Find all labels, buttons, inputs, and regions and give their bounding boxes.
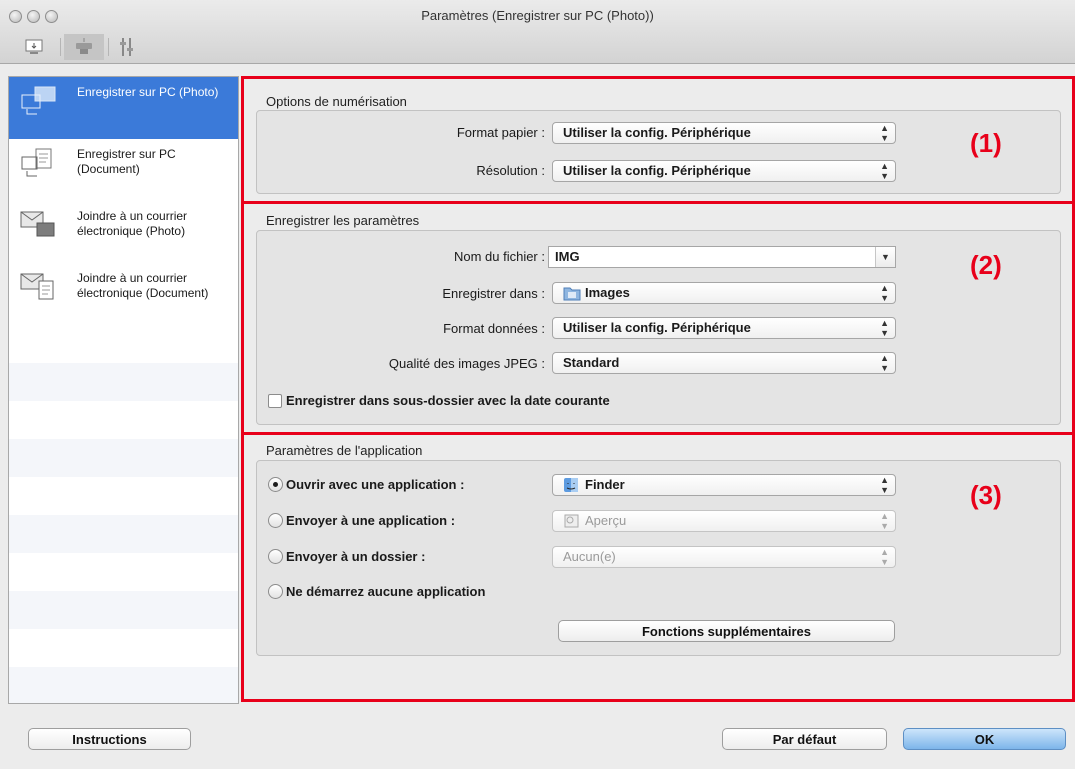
popup-arrows-icon: ▲ ▼ (880, 547, 889, 567)
sidebar-empty-row (9, 515, 238, 553)
preview-app-icon (564, 514, 579, 528)
callout-number-1: (1) (970, 128, 1002, 158)
sidebar-empty-row (9, 439, 238, 477)
ok-button[interactable]: OK (903, 728, 1066, 750)
defaults-button[interactable]: Par défaut (722, 728, 887, 750)
open-app-popup[interactable]: Finder ▲ ▼ (552, 474, 896, 496)
toolbar-separator (108, 38, 109, 56)
more-functions-button[interactable]: Fonctions supplémentaires (558, 620, 895, 642)
radio-button[interactable] (268, 549, 283, 564)
send-folder-popup[interactable]: Aucun(e) ▲ ▼ (552, 546, 896, 568)
popup-arrows-icon: ▲ ▼ (880, 475, 889, 495)
window-titlebar: Paramètres (Enregistrer sur PC (Photo)) (0, 0, 1075, 64)
jpeg-quality-label: Qualité des images JPEG : (388, 356, 545, 371)
mail-document-icon (20, 273, 54, 300)
data-format-popup[interactable]: Utiliser la config. Périphérique ▲ ▼ (552, 317, 896, 339)
resolution-popup[interactable]: Utiliser la config. Périphérique ▲ ▼ (552, 160, 896, 182)
scan-from-panel-icon[interactable] (64, 34, 104, 60)
sidebar-empty-row (9, 477, 238, 515)
popup-arrows-icon: ▲ ▼ (880, 161, 889, 181)
folder-icon (563, 287, 581, 301)
data-format-label: Format données : (443, 321, 545, 336)
sidebar-empty-row (9, 553, 238, 591)
popup-arrows-icon: ▲ ▼ (880, 511, 889, 531)
send-to-folder-radio[interactable]: Envoyer à un dossier : (268, 549, 425, 564)
save-settings-title: Enregistrer les paramètres (266, 213, 420, 228)
sidebar-empty-row (9, 401, 238, 439)
general-settings-icon[interactable] (114, 34, 140, 60)
popup-arrows-icon: ▲ ▼ (880, 283, 889, 303)
save-photo-icon (21, 86, 56, 115)
radio-button[interactable] (268, 513, 283, 528)
file-name-label: Nom du fichier : (453, 249, 545, 264)
checkbox[interactable] (268, 393, 282, 408)
sidebar-item-mail-photo[interactable]: Joindre à un courrier électronique (Phot… (9, 201, 238, 263)
callout-number-3: (3) (970, 480, 1002, 510)
popup-arrows-icon: ▲ ▼ (880, 123, 889, 143)
callout-number-2: (2) (970, 250, 1002, 280)
mail-photo-icon (20, 211, 55, 237)
paper-size-label: Format papier : (456, 125, 545, 140)
send-app-popup[interactable]: Aperçu ▲ ▼ (552, 510, 896, 532)
radio-button[interactable] (268, 584, 283, 599)
no-app-radio[interactable]: Ne démarrez aucune application (268, 584, 485, 599)
resolution-label: Résolution : (476, 163, 545, 178)
finder-icon (564, 478, 578, 492)
scan-type-list: Enregistrer sur PC (Photo) Enregistrer s… (8, 76, 239, 704)
sidebar-empty-row (9, 629, 238, 667)
file-name-combo[interactable]: IMG ▼ (548, 246, 896, 268)
sidebar-item-mail-document[interactable]: Joindre à un courrier électronique (Docu… (9, 263, 238, 325)
save-in-popup[interactable]: Images ▲ ▼ (552, 282, 896, 304)
app-settings-title: Paramètres de l'application (266, 443, 423, 458)
save-document-icon (21, 148, 52, 177)
popup-arrows-icon: ▲ ▼ (880, 353, 889, 373)
scan-from-computer-icon[interactable] (22, 34, 48, 60)
sidebar-empty-row (9, 363, 238, 401)
radio-button[interactable] (268, 477, 283, 492)
sidebar-empty-row (9, 325, 238, 363)
dropdown-arrow-icon[interactable]: ▼ (875, 247, 895, 267)
jpeg-quality-popup[interactable]: Standard ▲ ▼ (552, 352, 896, 374)
sidebar-empty-row (9, 591, 238, 629)
sidebar-item-save-photo[interactable]: Enregistrer sur PC (Photo) (9, 77, 238, 139)
save-in-label: Enregistrer dans : (442, 286, 545, 301)
subfolder-date-checkbox[interactable]: Enregistrer dans sous-dossier avec la da… (268, 393, 610, 408)
instructions-button[interactable]: Instructions (28, 728, 191, 750)
paper-size-popup[interactable]: Utiliser la config. Périphérique ▲ ▼ (552, 122, 896, 144)
popup-arrows-icon: ▲ ▼ (880, 318, 889, 338)
sidebar-empty-row (9, 667, 238, 703)
scan-options-title: Options de numérisation (266, 94, 407, 109)
open-with-app-radio[interactable]: Ouvrir avec une application : (268, 477, 464, 492)
window-title: Paramètres (Enregistrer sur PC (Photo)) (421, 8, 654, 23)
send-to-app-radio[interactable]: Envoyer à une application : (268, 513, 455, 528)
toolbar-separator (60, 38, 61, 56)
sidebar-item-save-document[interactable]: Enregistrer sur PC (Document) (9, 139, 238, 201)
